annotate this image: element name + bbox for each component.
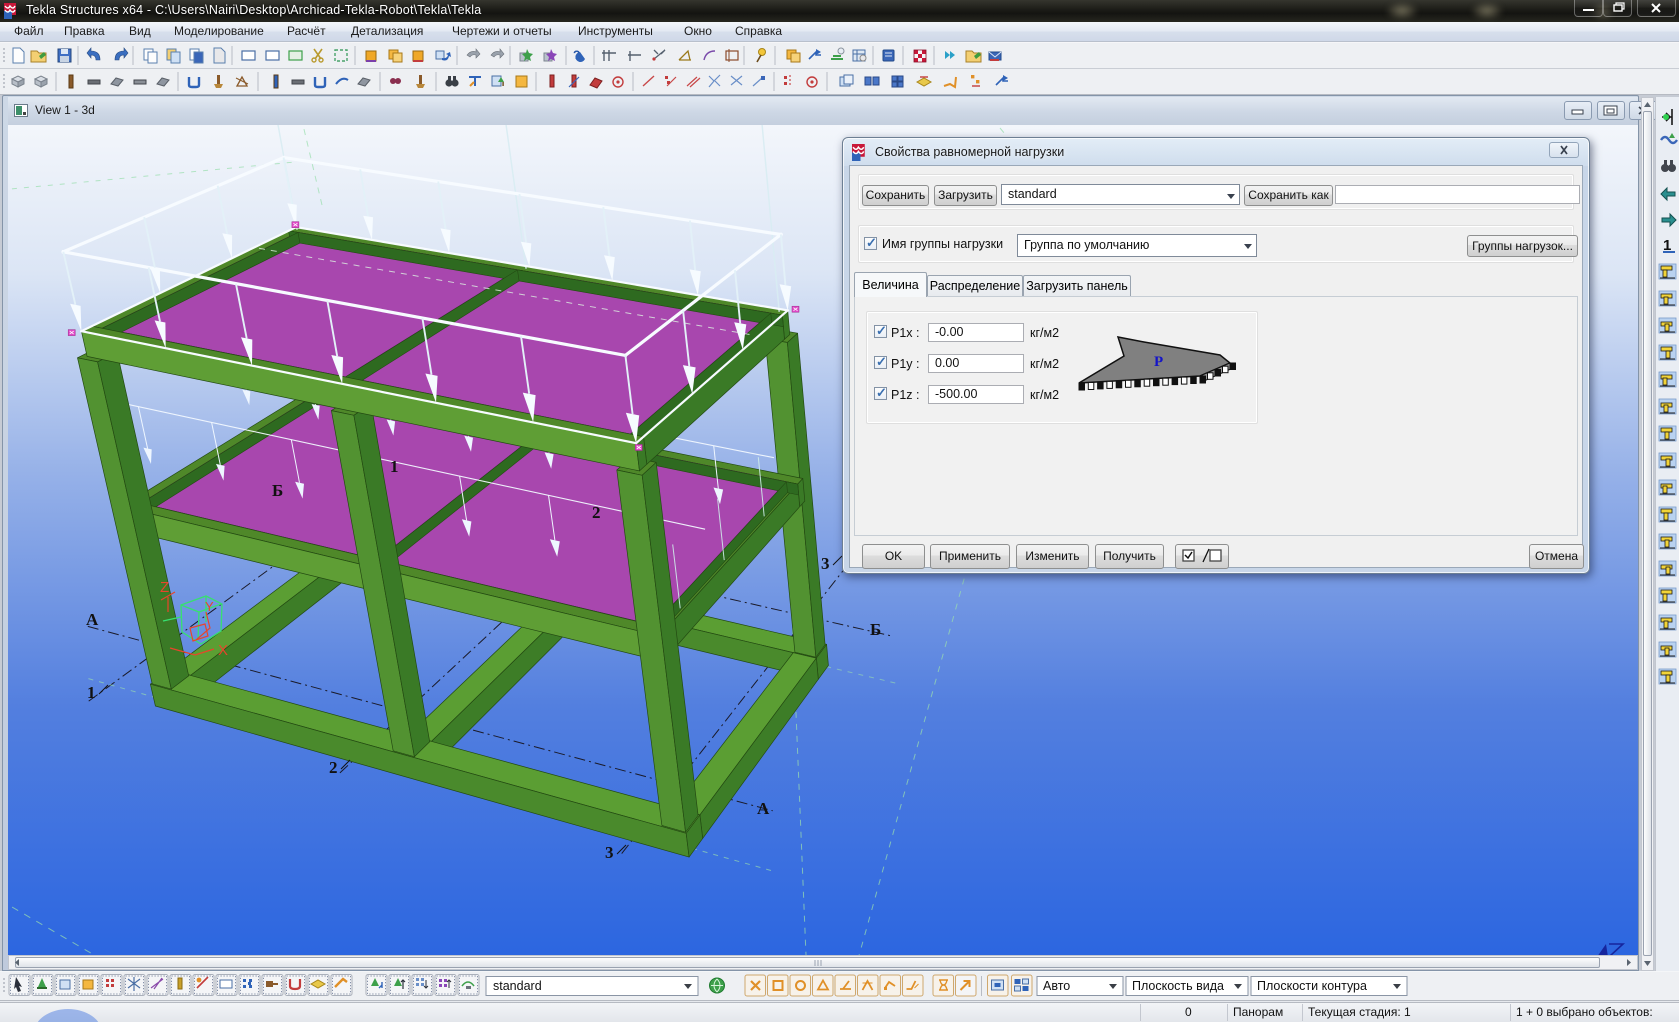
svg-text:Y: Y: [205, 599, 214, 614]
svg-text:P: P: [1154, 354, 1163, 370]
svg-text:А: А: [86, 610, 99, 629]
svg-text:2: 2: [592, 503, 601, 522]
svg-text:standard: standard: [493, 979, 542, 993]
svg-text:Плоскость вида: Плоскость вида: [1132, 979, 1224, 993]
svg-text:А: А: [757, 799, 770, 818]
svg-text:Б: Б: [272, 481, 283, 500]
svg-text:Плоскости контура: Плоскости контура: [1257, 979, 1367, 993]
svg-text:Авто: Авто: [1043, 979, 1070, 993]
svg-text:1: 1: [390, 457, 399, 476]
svg-text:X: X: [218, 642, 228, 659]
svg-text:Б: Б: [870, 620, 881, 639]
svg-text:2: 2: [329, 758, 338, 777]
svg-text:Z: Z: [160, 579, 169, 596]
svg-text:3: 3: [605, 843, 614, 862]
svg-text:3: 3: [821, 554, 830, 573]
svg-text:1: 1: [87, 683, 96, 702]
